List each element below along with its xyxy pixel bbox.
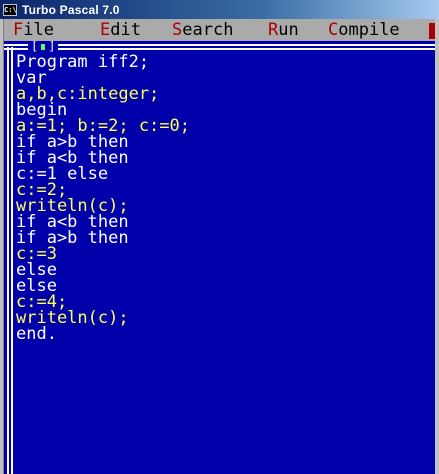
border-line (4, 44, 435, 46)
menu-search-label: earch (182, 20, 234, 40)
code-line[interactable]: end. (16, 326, 190, 343)
menu-overflow-indicator (429, 23, 435, 39)
menu-file-label: ile (23, 20, 54, 40)
menu-file[interactable]: File (13, 20, 54, 40)
menu-edit[interactable]: Edit (100, 20, 141, 40)
editor-left-border-inner (11, 47, 13, 474)
menu-file-hotkey: F (13, 20, 24, 40)
menu-run[interactable]: Run (268, 20, 299, 40)
menu-run-label: un (278, 20, 299, 40)
border-line (4, 48, 435, 50)
editor-window[interactable]: [] Program iff2; var a,b,c:integer; begin a:… (4, 41, 435, 474)
menu-edit-hotkey: E (100, 20, 111, 40)
editor-left-border (7, 47, 9, 474)
menu-compile[interactable]: Compile (328, 20, 400, 40)
menu-run-hotkey: R (268, 20, 279, 40)
menu-compile-hotkey: C (328, 20, 339, 40)
menu-search-hotkey: S (172, 20, 183, 40)
menu-bar: File Edit Search Run Compile (4, 19, 435, 41)
dos-app-icon[interactable]: C:\ (3, 3, 17, 16)
window-title-bar[interactable]: C:\ Turbo Pascal 7.0 (0, 0, 439, 19)
menu-edit-label: dit (110, 20, 141, 40)
window-frame-right (435, 19, 439, 474)
window-title: Turbo Pascal 7.0 (22, 2, 120, 17)
menu-compile-label: ompile (338, 20, 400, 40)
code-area[interactable]: Program iff2; var a,b,c:integer; begin a:=1;… (16, 54, 190, 343)
menu-search[interactable]: Search (172, 20, 233, 40)
close-icon (41, 43, 46, 50)
